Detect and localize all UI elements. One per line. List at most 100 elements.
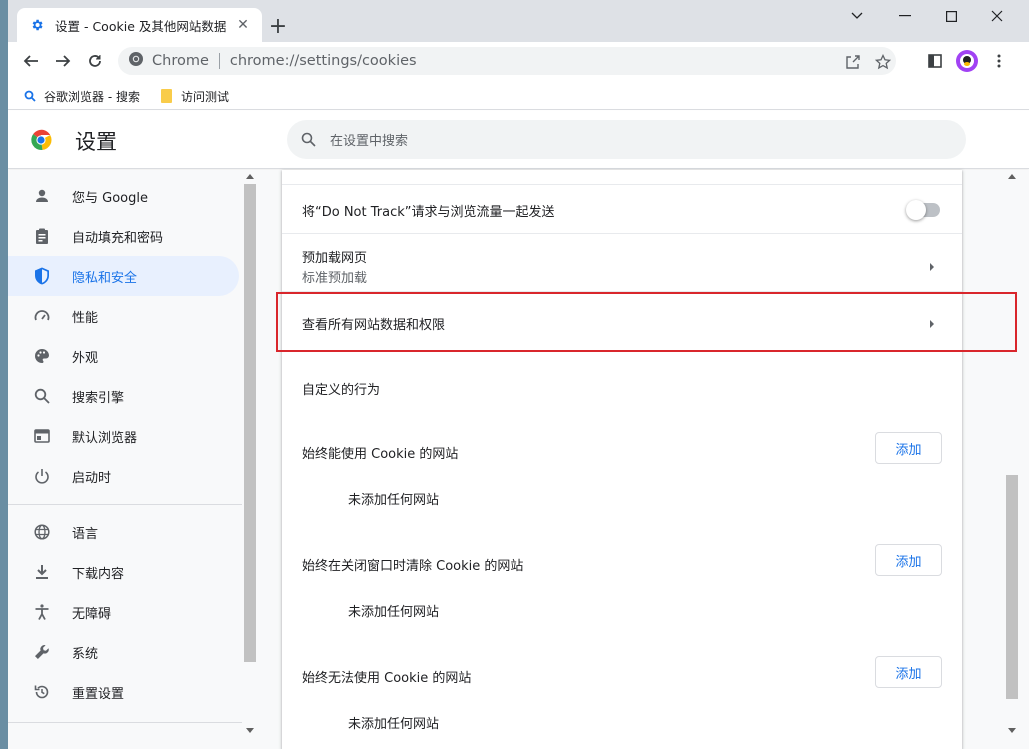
- reload-icon: [89, 55, 101, 67]
- page-title: 设置: [75, 130, 117, 154]
- preload-row[interactable]: 预加载网页 标准预加载: [282, 233, 962, 291]
- sidebar-item-appearance[interactable]: 外观: [8, 336, 239, 376]
- sidebar-item-performance[interactable]: 性能: [8, 296, 239, 336]
- title-bar: 设置 - Cookie 及其他网站数据 ✕ +: [8, 0, 1029, 42]
- do-not-track-row[interactable]: 将“Do Not Track”请求与浏览流量一起发送: [282, 184, 962, 234]
- add-allowed-site-button[interactable]: 添加: [875, 432, 942, 464]
- tab-title: 设置 - Cookie 及其他网站数据: [55, 18, 227, 34]
- sidebar-item-system[interactable]: 系统: [8, 632, 239, 672]
- globe-icon: [32, 522, 52, 542]
- preload-label: 预加载网页: [302, 251, 368, 266]
- main-scrollbar[interactable]: [1004, 170, 1020, 740]
- do-not-track-label: 将“Do Not Track”请求与浏览流量一起发送: [302, 205, 555, 220]
- chevron-down-icon[interactable]: [834, 0, 880, 32]
- avatar[interactable]: [952, 46, 982, 76]
- address-bar[interactable]: Chrome chrome://settings/cookies: [118, 47, 896, 75]
- bookmarks-bar: 谷歌浏览器 - 搜索 访问测试: [8, 80, 1029, 110]
- palette-icon: [32, 346, 52, 366]
- add-blocked-site-button[interactable]: 添加: [875, 656, 942, 688]
- more-menu-icon[interactable]: [984, 46, 1014, 76]
- toggle-knob: [906, 200, 926, 220]
- toolbar: Chrome chrome://settings/cookies: [8, 42, 1029, 80]
- search-icon: [32, 386, 52, 406]
- arrow-left-icon: [23, 55, 38, 67]
- sidebar-item-label: 默认浏览器: [72, 430, 138, 446]
- scroll-up-arrow[interactable]: [246, 174, 254, 179]
- close-icon[interactable]: ✕: [234, 16, 252, 34]
- preload-sublabel: 标准预加载: [302, 271, 368, 286]
- sidebar-item-label: 隐私和安全: [72, 270, 138, 286]
- sidebar-item-autofill[interactable]: 自动填充和密码: [8, 216, 239, 256]
- bookmark-google-search[interactable]: 谷歌浏览器 - 搜索: [24, 86, 140, 106]
- add-clear-on-exit-site-button[interactable]: 添加: [875, 544, 942, 576]
- scrollbar-thumb[interactable]: [1006, 475, 1018, 699]
- accessibility-icon: [32, 602, 52, 622]
- sidebar-item-label: 重置设置: [72, 686, 125, 702]
- gauge-icon: [32, 306, 52, 326]
- blocked-sites-label: 始终无法使用 Cookie 的网站: [302, 671, 472, 686]
- sidebar-item-you-and-google[interactable]: 您与 Google: [8, 176, 239, 216]
- new-tab-button[interactable]: +: [266, 14, 290, 39]
- arrow-right-icon: [930, 263, 934, 271]
- sidebar-item-label: 自动填充和密码: [72, 230, 164, 246]
- browser-icon: [32, 426, 52, 446]
- empty-list-text: 未添加任何网站: [348, 493, 440, 508]
- search-placeholder: 在设置中搜索: [330, 134, 409, 149]
- divider: [8, 722, 242, 723]
- sidebar-item-accessibility[interactable]: 无障碍: [8, 592, 239, 632]
- reset-icon: [32, 682, 52, 702]
- sidebar-item-default-browser[interactable]: 默认浏览器: [8, 416, 239, 456]
- bookmark-label: 访问测试: [181, 89, 230, 104]
- sidebar-item-reset[interactable]: 重置设置: [8, 672, 239, 712]
- sidebar-item-downloads[interactable]: 下载内容: [8, 552, 239, 592]
- window-close-icon[interactable]: [974, 0, 1020, 32]
- settings-search-input[interactable]: 在设置中搜索: [287, 120, 966, 159]
- cookie-settings-card: 将“Do Not Track”请求与浏览流量一起发送 预加载网页 标准预加载 查…: [282, 170, 962, 749]
- do-not-track-toggle[interactable]: [906, 200, 940, 220]
- scroll-up-arrow[interactable]: [1008, 174, 1016, 179]
- forward-button[interactable]: [48, 46, 78, 76]
- scroll-down-arrow[interactable]: [1008, 728, 1016, 733]
- sidebar-item-label: 性能: [72, 310, 99, 326]
- download-icon: [32, 562, 52, 582]
- divider: [8, 504, 242, 505]
- bookmark-label: 谷歌浏览器 - 搜索: [44, 89, 140, 104]
- sidebar-item-search-engine[interactable]: 搜索引擎: [8, 376, 239, 416]
- search-icon: [24, 90, 36, 102]
- scrollbar-thumb[interactable]: [244, 184, 256, 662]
- sidebar-item-on-startup[interactable]: 启动时: [8, 456, 239, 496]
- star-icon[interactable]: [872, 51, 894, 73]
- clipboard-icon: [32, 226, 52, 246]
- share-icon[interactable]: [842, 51, 864, 73]
- minimize-icon[interactable]: [882, 0, 928, 32]
- chrome-logo-icon: [31, 129, 52, 150]
- divider: [218, 53, 220, 69]
- side-panel-icon[interactable]: [920, 46, 950, 76]
- settings-header: 设置 在设置中搜索: [8, 111, 1029, 169]
- custom-behaviors-heading: 自定义的行为: [302, 383, 381, 398]
- sidebar-scrollbar[interactable]: [242, 170, 258, 740]
- sidebar-item-label: 下载内容: [72, 566, 125, 582]
- search-icon: [301, 132, 316, 147]
- sidebar-item-privacy[interactable]: 隐私和安全: [8, 256, 239, 296]
- power-icon: [32, 466, 52, 486]
- scroll-down-arrow[interactable]: [246, 728, 254, 733]
- chrome-logo-icon: [128, 51, 144, 71]
- sidebar-item-label: 无障碍: [72, 606, 112, 622]
- person-icon: [32, 186, 52, 206]
- maximize-icon[interactable]: [928, 0, 974, 32]
- shield-icon: [32, 266, 52, 286]
- allowed-sites-label: 始终能使用 Cookie 的网站: [302, 447, 459, 462]
- sidebar-item-label: 启动时: [72, 470, 112, 486]
- sidebar-item-languages[interactable]: 语言: [8, 512, 239, 552]
- sidebar-item-label: 系统: [72, 646, 99, 662]
- tab-settings[interactable]: 设置 - Cookie 及其他网站数据 ✕: [17, 8, 262, 42]
- sidebar-item-label: 搜索引擎: [72, 390, 125, 406]
- reload-button[interactable]: [80, 46, 110, 76]
- browser-window: 设置 - Cookie 及其他网站数据 ✕ + Chrome chrome://…: [8, 0, 1029, 749]
- back-button[interactable]: [16, 46, 46, 76]
- clear-on-exit-sites-label: 始终在关闭窗口时清除 Cookie 的网站: [302, 559, 524, 574]
- sidebar-item-label: 语言: [72, 526, 99, 542]
- bookmark-folder-test[interactable]: 访问测试: [161, 86, 229, 106]
- url-text: chrome://settings/cookies: [229, 53, 417, 69]
